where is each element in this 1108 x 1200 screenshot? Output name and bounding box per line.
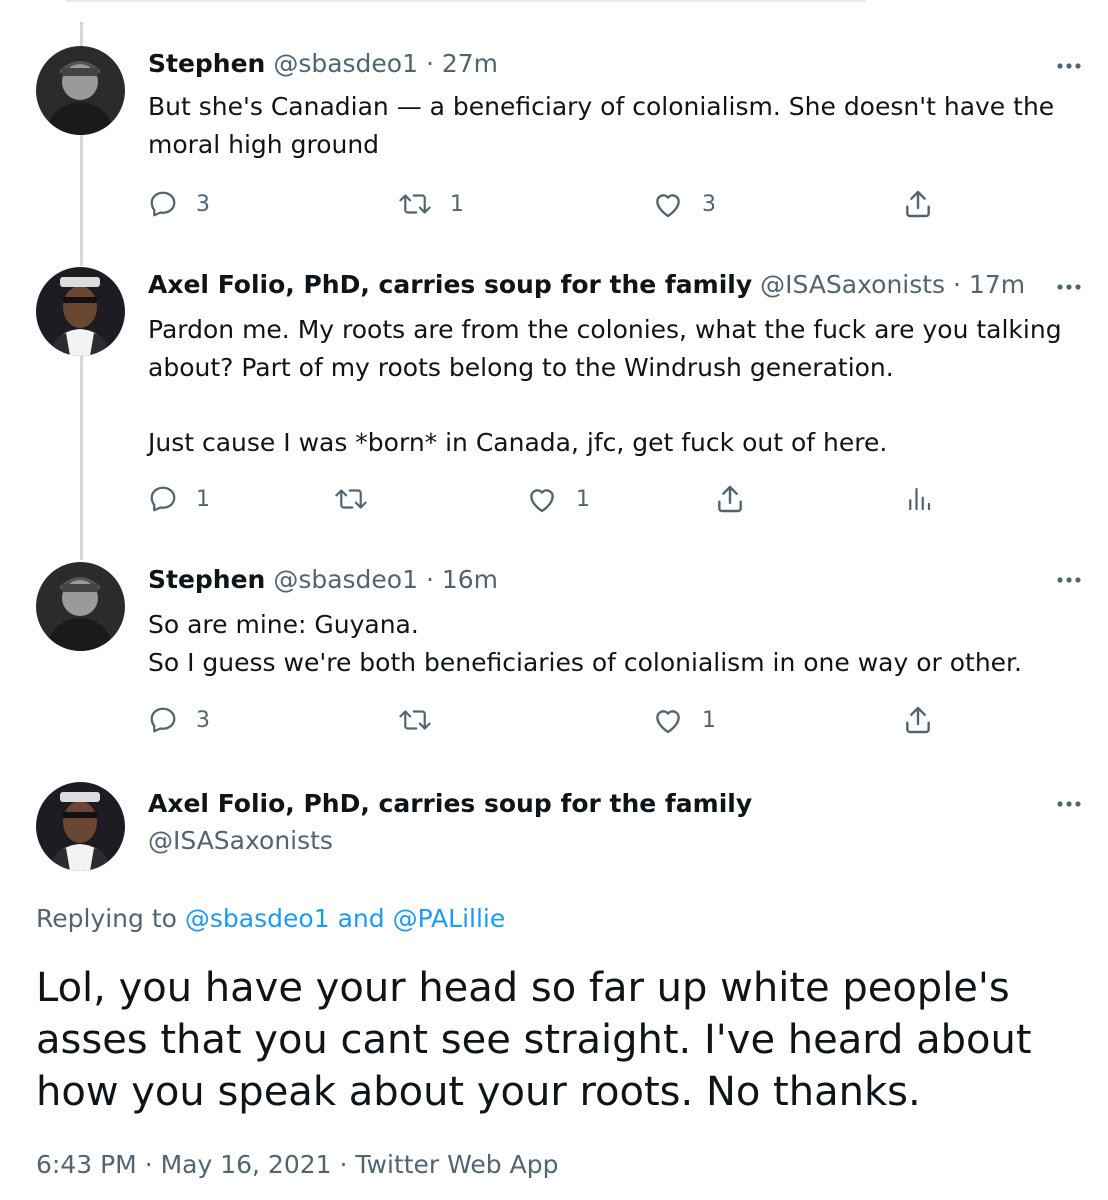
tweet-text: So are mine: Guyana. So I guess we're bo… bbox=[148, 610, 1022, 677]
thread-line bbox=[80, 354, 83, 560]
meta-separator: · bbox=[144, 1150, 153, 1179]
tweet-meta: 6:43 PM · May 16, 2021 · Twitter Web App bbox=[36, 1150, 558, 1179]
avatar[interactable] bbox=[36, 562, 125, 651]
reply-icon bbox=[148, 189, 178, 219]
analytics-button[interactable] bbox=[904, 481, 934, 517]
like-button[interactable]: 3 bbox=[652, 186, 716, 222]
like-count: 1 bbox=[576, 486, 590, 512]
tweet-time[interactable]: · 16m bbox=[426, 565, 498, 594]
tweet-source[interactable]: Twitter Web App bbox=[355, 1150, 558, 1179]
tweet-header: Axel Folio, PhD, carries soup for the fa… bbox=[148, 269, 1025, 301]
share-icon bbox=[902, 704, 934, 736]
tweet-text: Pardon me. My roots are from the colonie… bbox=[148, 315, 1062, 457]
tweet-header: Axel Folio, PhD, carries soup for the fa… bbox=[148, 788, 752, 820]
author-handle[interactable]: @ISASaxonists bbox=[760, 270, 945, 299]
more-icon[interactable] bbox=[1054, 794, 1084, 814]
tweet-actions: 3 1 3 bbox=[0, 186, 1108, 226]
like-count: 1 bbox=[702, 707, 716, 733]
like-icon bbox=[526, 484, 558, 514]
share-button[interactable] bbox=[902, 186, 934, 222]
retweet-icon bbox=[398, 705, 432, 735]
avatar[interactable] bbox=[36, 782, 125, 871]
more-icon[interactable] bbox=[1054, 570, 1084, 590]
author-name[interactable]: Axel Folio, PhD, carries soup for the fa… bbox=[148, 270, 752, 299]
tweet-header: Stephen @sbasdeo1 · 27m bbox=[148, 48, 498, 80]
meta-separator: · bbox=[339, 1150, 348, 1179]
retweet-count: 1 bbox=[450, 191, 464, 217]
more-icon[interactable] bbox=[1054, 277, 1084, 297]
replying-prefix: Replying to bbox=[36, 904, 177, 933]
tweet-actions: 1 1 bbox=[0, 481, 1108, 521]
tweet-date[interactable]: May 16, 2021 bbox=[161, 1150, 332, 1179]
retweet-icon bbox=[398, 189, 432, 219]
avatar[interactable] bbox=[36, 267, 125, 356]
tweet-time[interactable]: · 27m bbox=[426, 49, 498, 78]
author-handle[interactable]: @sbasdeo1 bbox=[273, 565, 418, 594]
like-count: 3 bbox=[702, 191, 716, 217]
retweet-button[interactable]: 1 bbox=[398, 186, 464, 222]
like-button[interactable]: 1 bbox=[652, 702, 716, 738]
tweet-header: Stephen @sbasdeo1 · 16m bbox=[148, 564, 498, 596]
tweet-text: But she's Canadian — a beneficiary of co… bbox=[148, 92, 1063, 159]
author-handle[interactable]: @sbasdeo1 bbox=[273, 49, 418, 78]
analytics-icon bbox=[904, 483, 934, 515]
tweet-timestamp[interactable]: 6:43 PM bbox=[36, 1150, 137, 1179]
reply-button[interactable]: 3 bbox=[148, 702, 210, 738]
author-name[interactable]: Axel Folio, PhD, carries soup for the fa… bbox=[148, 789, 752, 818]
reply-mention-link[interactable]: @PALillie bbox=[393, 904, 506, 933]
main-tweet-text: Lol, you have your head so far up white … bbox=[36, 965, 1032, 1115]
like-icon bbox=[652, 705, 684, 735]
reply-button[interactable]: 1 bbox=[148, 481, 210, 517]
like-icon bbox=[652, 189, 684, 219]
share-button[interactable] bbox=[714, 481, 746, 517]
reply-count: 3 bbox=[196, 191, 210, 217]
reply-icon bbox=[148, 484, 178, 514]
author-name[interactable]: Stephen bbox=[148, 49, 265, 78]
share-icon bbox=[714, 483, 746, 515]
author-handle[interactable]: @ISASaxonists bbox=[148, 826, 333, 855]
reply-mention-link[interactable]: @sbasdeo1 bbox=[185, 904, 330, 933]
reply-icon bbox=[148, 705, 178, 735]
retweet-icon bbox=[334, 484, 368, 514]
replying-to: Replying to @sbasdeo1 and @PALillie bbox=[36, 904, 505, 933]
retweet-button[interactable] bbox=[398, 702, 432, 738]
replying-and: and bbox=[337, 904, 385, 933]
reply-count: 3 bbox=[196, 707, 210, 733]
like-button[interactable]: 1 bbox=[526, 481, 590, 517]
tweet-actions: 3 1 bbox=[0, 702, 1108, 742]
tweet-time[interactable]: · 17m bbox=[953, 270, 1025, 299]
share-button[interactable] bbox=[902, 702, 934, 738]
retweet-button[interactable] bbox=[334, 481, 368, 517]
reply-count: 1 bbox=[196, 486, 210, 512]
reply-button[interactable]: 3 bbox=[148, 186, 210, 222]
top-divider bbox=[66, 0, 866, 2]
avatar[interactable] bbox=[36, 46, 125, 135]
author-name[interactable]: Stephen bbox=[148, 565, 265, 594]
more-icon[interactable] bbox=[1054, 56, 1084, 76]
share-icon bbox=[902, 188, 934, 220]
